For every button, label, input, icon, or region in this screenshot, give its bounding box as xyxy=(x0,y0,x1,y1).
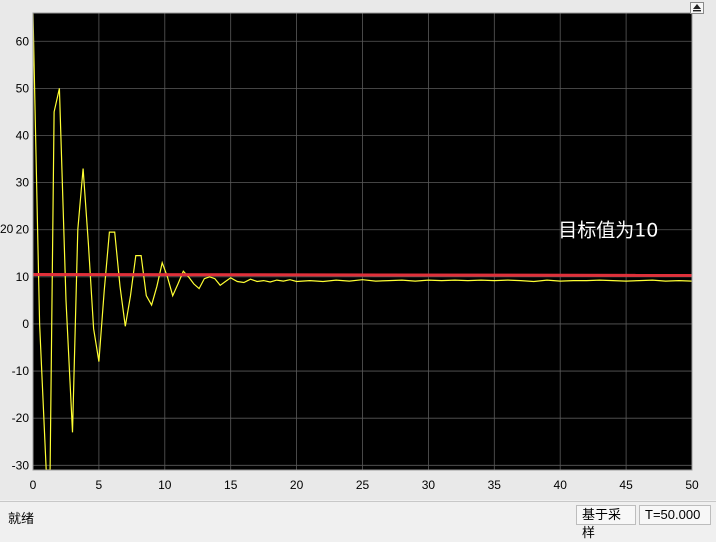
y-tick-label: -20 xyxy=(12,411,30,425)
y-tick-label: 0 xyxy=(22,317,29,331)
x-tick-label: 10 xyxy=(158,478,172,492)
x-tick-label: 15 xyxy=(224,478,238,492)
y-tick-label: 40 xyxy=(16,128,30,142)
x-tick-label: 40 xyxy=(554,478,568,492)
y-tick-label: 20 xyxy=(16,223,30,237)
scope-window: 0 5 10 15 20 25 30 35 40 45 50 -30 -20 -10 0 10 20 30 40 50… xyxy=(0,0,716,540)
annotation-label: 目标值为10 xyxy=(558,220,658,242)
x-tick-label: 5 xyxy=(96,478,103,492)
y-tick-label: 30 xyxy=(16,176,30,190)
x-tick-label: 20 xyxy=(290,478,304,492)
sample-mode-cell: 基于采样 xyxy=(576,505,636,540)
y-tick-label: -30 xyxy=(12,458,30,472)
y-tick-label: -10 xyxy=(12,364,30,378)
x-tick-label: 0 xyxy=(30,478,37,492)
x-tick-label: 25 xyxy=(356,478,370,492)
plot-area[interactable]: 0 5 10 15 20 25 30 35 40 45 50 -30 -20 -10 0 10 20 30 40 50… xyxy=(0,0,716,500)
target-line xyxy=(33,273,692,277)
x-tick-label: 35 xyxy=(488,478,502,492)
autoscale-button[interactable] xyxy=(690,2,704,14)
arrow-up-icon xyxy=(693,4,701,12)
y-tick-label: 60 xyxy=(16,34,30,48)
y-axis-edge-label: 20 xyxy=(0,222,14,236)
x-tick-label: 45 xyxy=(619,478,633,492)
status-text: 就绪 xyxy=(8,511,35,526)
status-bar: 就绪 基于采样 T=50.000 xyxy=(0,501,716,540)
x-tick-label: 50 xyxy=(685,478,699,492)
y-tick-label: 50 xyxy=(16,81,30,95)
time-cell: T=50.000 xyxy=(639,505,711,525)
plot-frame: 0 5 10 15 20 25 30 35 40 45 50 -30 -20 -10 0 10 20 30 40 50… xyxy=(0,0,716,500)
y-tick-label: 10 xyxy=(16,270,30,284)
x-tick-label: 30 xyxy=(422,478,436,492)
